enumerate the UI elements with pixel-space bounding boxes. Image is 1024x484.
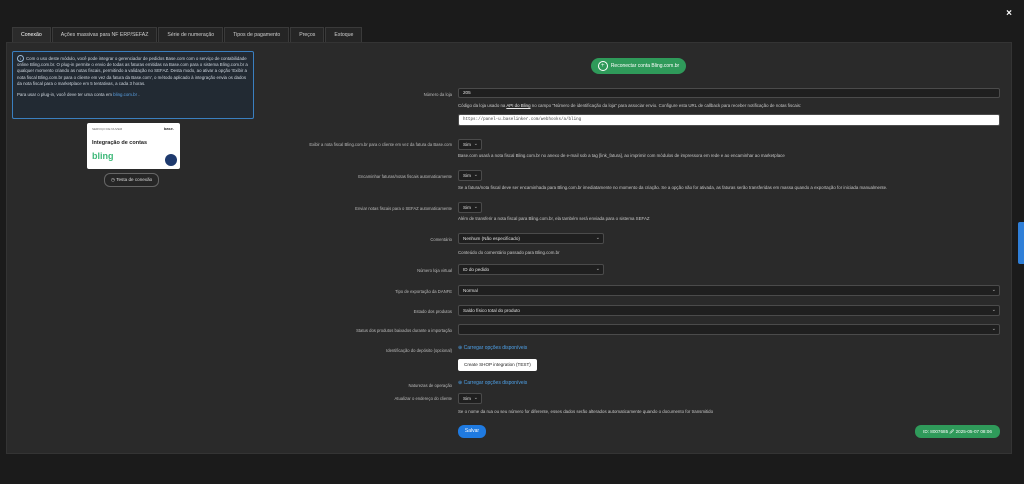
warehouse-load-link[interactable]: ⊕ Carregar opções disponíveis	[458, 345, 527, 351]
product-stock-label: Estado dos produtos	[413, 309, 452, 314]
callback-url-input[interactable]: https://panel-u.baselinker.com/webhooks/…	[458, 114, 1000, 126]
auto-forward-label: Encaminhar faturas/notas fiscais automat…	[358, 174, 452, 179]
test-connection-label: Testa de conexão	[116, 177, 153, 182]
virtual-store-select[interactable]: ID do pedido ⌄	[458, 264, 604, 275]
comment-value: Nenhum (Não especificado)	[463, 236, 520, 241]
product-stock-select[interactable]: Saldo físico total do produto ⌄	[458, 305, 1000, 316]
danfe-type-label: Tipo de exportação da DANFE	[395, 289, 452, 294]
tab-precos[interactable]: Preços	[290, 27, 325, 42]
comment-select[interactable]: Nenhum (Não especificado) ⌄	[458, 233, 604, 244]
close-icon[interactable]: ×	[1006, 8, 1012, 19]
info-text-2-end: .	[138, 92, 140, 98]
bling-link[interactable]: bling.com.br	[113, 92, 137, 97]
update-address-value: Sim	[463, 396, 471, 401]
send-sefaz-value: Sim	[463, 205, 471, 210]
update-address-label: Atualizar o endereço do cliente	[394, 396, 453, 401]
chevron-down-icon: ⌄	[473, 141, 478, 147]
tab-estoque[interactable]: Estoque	[325, 27, 363, 42]
product-status-select[interactable]: ⌄	[458, 324, 1000, 335]
operation-nature-label: Naturezas de operação	[408, 383, 452, 388]
bling-logo: bling	[92, 151, 114, 161]
chevron-down-icon: ⌄	[595, 266, 600, 272]
virtual-store-value: ID do pedido	[463, 267, 490, 272]
show-invoice-select[interactable]: Sim ⌄	[458, 139, 482, 150]
send-sefaz-select[interactable]: Sim ⌄	[458, 202, 482, 213]
operation-nature-load-label: Carregar opções disponíveis	[463, 380, 528, 386]
chevron-down-icon: ⌄	[991, 287, 996, 293]
integration-card: SERVIÇO DE NUVEM base. Integração de con…	[87, 123, 180, 169]
card-title: Integração de contas	[92, 140, 148, 146]
operation-nature-load-link[interactable]: ⊕ Carregar opções disponíveis	[458, 380, 527, 386]
store-number-input[interactable]: 205	[458, 88, 1000, 98]
tab-acoes-massivas[interactable]: Ações massivas para NF ERP/SEFAZ	[51, 27, 158, 42]
show-invoice-label: Exibir a nota fiscal Bling.com.br para o…	[309, 142, 452, 147]
show-invoice-help: Base.com usará a nota fiscal Bling.com.b…	[458, 153, 785, 158]
tab-bar: Conexão Ações massivas para NF ERP/SEFAZ…	[12, 27, 363, 44]
store-number-help: Código da loja usado na API do Bling no …	[458, 103, 801, 108]
reconnect-label: Reconectar conta Bling.com.br	[610, 63, 680, 69]
bling-api-link[interactable]: API do Bling	[506, 103, 530, 108]
warehouse-load-label: Carregar opções disponíveis	[463, 345, 528, 351]
chevron-down-icon: ⌄	[473, 172, 478, 178]
tab-tipos-pagamento[interactable]: Tipos de pagamento	[224, 27, 290, 42]
show-invoice-value: Sim	[463, 142, 471, 147]
store-number-label: Número da loja	[423, 92, 452, 97]
save-button[interactable]: Salvar	[458, 425, 486, 438]
reconnect-button[interactable]: + Reconectar conta Bling.com.br	[591, 58, 686, 74]
chevron-down-icon: ⌄	[473, 395, 478, 401]
info-box: i Com o uso deste módulo, você pode integ…	[12, 51, 254, 119]
chevron-down-icon: ⌄	[991, 307, 996, 313]
auto-forward-select[interactable]: Sim ⌄	[458, 170, 482, 181]
side-feedback-tab[interactable]	[1018, 222, 1024, 264]
chevron-down-icon: ⌄	[595, 235, 600, 241]
store-help-prefix: Código da loja usado na	[458, 103, 506, 108]
card-small-label: SERVIÇO DE NUVEM	[92, 127, 123, 131]
product-stock-value: Saldo físico total do produto	[463, 308, 520, 313]
card-action-icon	[165, 154, 177, 166]
tab-serie-numeracao[interactable]: Série de numeração	[158, 27, 224, 42]
base-logo: base.	[163, 126, 174, 131]
update-address-select[interactable]: Sim ⌄	[458, 393, 482, 404]
warehouse-label: Identificação do depósito (opcional)	[386, 348, 452, 353]
store-help-suffix: no campo "Número de identificação da loj…	[531, 103, 802, 108]
update-address-help: Se o nome da rua ou seu número for difer…	[458, 409, 714, 414]
info-icon: i	[17, 55, 24, 62]
auto-forward-value: Sim	[463, 173, 471, 178]
comment-label: Comentário	[430, 237, 452, 242]
comment-help: Conteúdo do comentário passado para Blin…	[458, 250, 560, 255]
product-status-label: Status dos produtos baixados durante a i…	[356, 328, 452, 333]
plus-icon: +	[597, 61, 608, 71]
auto-forward-help: Se a fatura/nota fiscal deve ser encamin…	[458, 185, 888, 190]
send-sefaz-help: Além de transferir a nota fiscal para Bl…	[458, 216, 650, 221]
info-text: Com o uso deste módulo, você pode integr…	[17, 56, 248, 86]
chevron-down-icon: ⌄	[991, 326, 996, 332]
virtual-store-label: Número loja virtual	[417, 268, 452, 273]
info-text-2: Para usar o plug-in, você deve ter uma c…	[17, 92, 112, 98]
send-sefaz-label: Enviar notas fiscais para o SEFAZ automa…	[355, 206, 452, 211]
danfe-type-value: Normal	[463, 288, 478, 293]
create-shop-integration-button[interactable]: Create SHOP integration (TEST)	[458, 359, 537, 371]
test-connection-button[interactable]: ◷ Testa de conexão	[104, 173, 160, 187]
danfe-type-select[interactable]: Normal ⌄	[458, 285, 1000, 296]
id-timestamp-badge: ID: 8007685 🖉 2025-05-07 08:06	[915, 425, 1000, 438]
chevron-down-icon: ⌄	[473, 204, 478, 210]
